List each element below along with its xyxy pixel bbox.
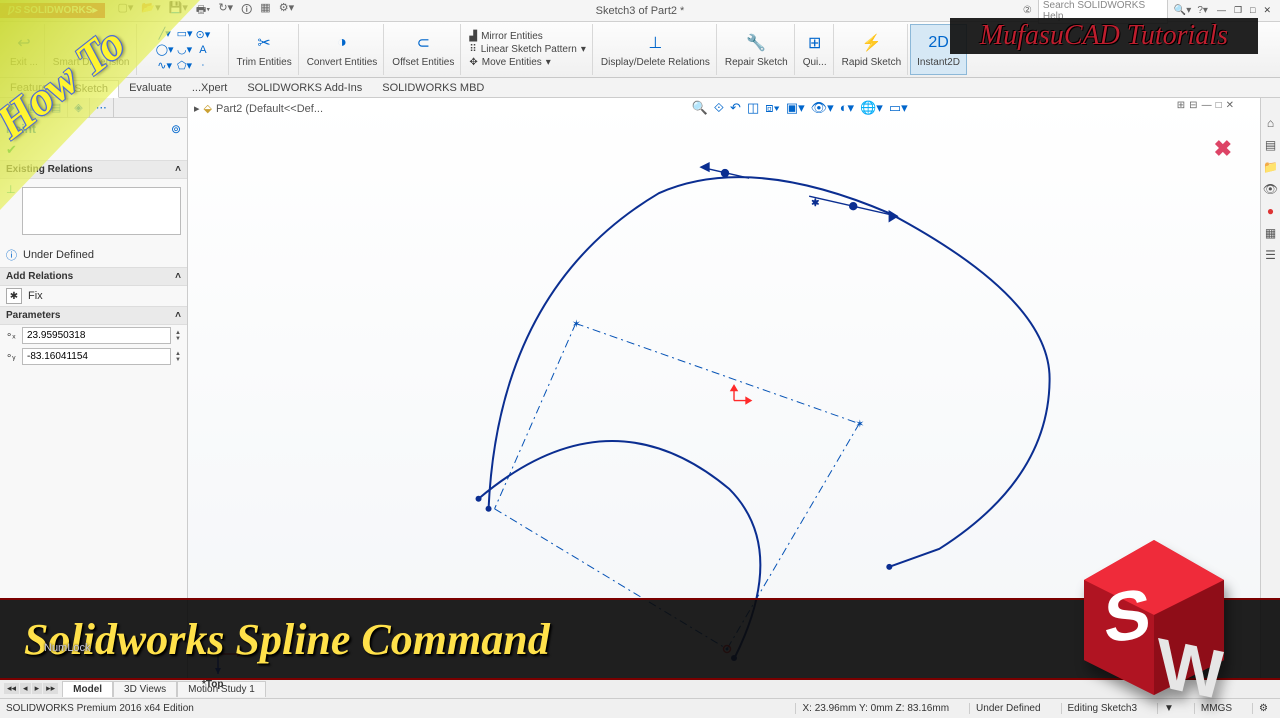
title-bar: ǷSSOLIDWORKS ▸ ▢▾ 📂▾ 💾▾ 🖶▾ ↻▾ 🛈 ▦ ⚙▾ Ske… xyxy=(0,0,1280,22)
section-add-relations[interactable]: Add Relations˄ xyxy=(0,267,187,286)
fix-icon: ✱ xyxy=(6,288,22,304)
pm-pin-icon[interactable]: ⊚ xyxy=(171,122,181,136)
pm-tab-appear-icon[interactable]: ◈ xyxy=(68,98,89,117)
taskpane-library-icon[interactable]: 📁 xyxy=(1263,160,1278,174)
triad-icon xyxy=(210,636,250,676)
status-gear-icon[interactable]: ⚙ xyxy=(1252,703,1274,714)
tab-evaluate[interactable]: Evaluate xyxy=(119,80,182,96)
taskpane-home-icon[interactable]: ⌂ xyxy=(1267,116,1274,130)
close-button[interactable]: ✕ xyxy=(1260,5,1274,16)
taskpane-appearances-icon[interactable]: ● xyxy=(1267,204,1274,218)
taskpane-forum-icon[interactable]: ☰ xyxy=(1265,248,1276,262)
section-parameters[interactable]: Parameters˄ xyxy=(0,306,187,325)
tab-features[interactable]: Features xyxy=(0,80,63,96)
sketch-canvas: ✶ ✶ ✶ xyxy=(188,98,1260,678)
task-pane: ⌂ ▤ 📁 👁 ● ▦ ☰ xyxy=(1260,98,1280,678)
instant2d-button[interactable]: 2DInstant2D xyxy=(910,24,967,75)
ribbon-tabs: Features Sketch Evaluate ...Xpert SOLIDW… xyxy=(0,78,1280,98)
pm-tab-display-icon[interactable]: ▤ xyxy=(45,98,68,117)
pm-tab-more-icon[interactable]: ⋯ xyxy=(90,98,114,117)
svg-text:✶: ✶ xyxy=(572,318,581,330)
document-title: Sketch3 of Part2 * xyxy=(596,5,685,17)
svg-text:✶: ✶ xyxy=(855,419,864,431)
status-edition: SOLIDWORKS Premium 2016 x64 Edition xyxy=(6,703,194,714)
taskpane-view-icon[interactable]: 👁 xyxy=(1263,182,1278,196)
overlay-numlock: NumLock xyxy=(44,642,90,654)
pattern-tools[interactable]: ▟Mirror Entities ⠿Linear Sketch Pattern … xyxy=(463,24,593,75)
trim-entities-button[interactable]: ✂Trim Entities xyxy=(231,24,299,75)
quick-access-toolbar: ▢▾ 📂▾ 💾▾ 🖶▾ ↻▾ 🛈 ▦ ⚙▾ xyxy=(117,1,294,20)
convert-entities-button[interactable]: ◑Convert Entities xyxy=(301,24,385,75)
pm-tab-strip: ⬗ ▣ ▤ ◈ ⋯ xyxy=(0,98,187,118)
help-icon[interactable]: ② xyxy=(1023,5,1032,16)
rapid-sketch-button[interactable]: ⚡Rapid Sketch xyxy=(836,24,908,75)
pm-tab-feature-icon[interactable]: ⬗ xyxy=(0,98,21,117)
options-icon[interactable]: 🛈 xyxy=(241,1,252,20)
status-coords: X: 23.96mm Y: 0mm Z: 83.16mm xyxy=(795,703,955,714)
pm-ok-icon[interactable]: ✔ xyxy=(6,142,17,157)
smart-dimension-button[interactable]: ⤢Smart Dimension xyxy=(47,24,137,75)
tab-addins[interactable]: SOLIDWORKS Add-Ins xyxy=(237,80,372,96)
rebuild-icon[interactable]: ↻▾ xyxy=(218,1,233,20)
param-y-spinner[interactable]: ▲▼ xyxy=(175,351,181,363)
repair-sketch-button[interactable]: 🔧Repair Sketch xyxy=(719,24,795,75)
sketch-entity-tools[interactable]: ╱▾◯▾∿▾ ▭▾◡▾⬠▾ ⊙▾A∙ xyxy=(139,24,229,75)
info-icon: ⓘ xyxy=(6,247,17,263)
status-flag-icon[interactable]: ▼ xyxy=(1157,703,1180,714)
existing-relations-list[interactable] xyxy=(22,187,181,235)
section-existing-relations[interactable]: Existing Relations˄ xyxy=(0,160,187,179)
tab-xpert[interactable]: ...Xpert xyxy=(182,80,237,96)
tab-nav-first[interactable]: ◂◂ xyxy=(4,683,19,694)
param-y-input[interactable] xyxy=(22,348,171,365)
svg-text:✶: ✶ xyxy=(811,198,819,209)
relation-fix[interactable]: ✱Fix xyxy=(0,286,187,306)
restore-button[interactable]: ❐ xyxy=(1231,5,1245,16)
pm-tab-config-icon[interactable]: ▣ xyxy=(21,98,44,117)
param-x-input[interactable] xyxy=(22,327,171,344)
minimize-button[interactable]: — xyxy=(1214,5,1229,16)
display-relations-button[interactable]: ⊥Display/Delete Relations xyxy=(595,24,717,75)
view-tabs: ◂◂ ◂ ▸ ▸▸ Model 3D Views Motion Study 1 xyxy=(0,678,1280,698)
param-x-spinner[interactable]: ▲▼ xyxy=(175,330,181,342)
view-plane-label: *Top xyxy=(202,679,223,690)
tab-sketch[interactable]: Sketch xyxy=(63,80,119,98)
print-icon[interactable]: 🖶▾ xyxy=(196,1,210,20)
taskpane-custom-icon[interactable]: ▦ xyxy=(1265,226,1276,240)
help-dropdown-icon[interactable]: ?▾ xyxy=(1197,5,1208,16)
app-logo: ǷSSOLIDWORKS ▸ xyxy=(0,3,105,18)
maximize-button[interactable]: □ xyxy=(1247,5,1258,16)
open-icon[interactable]: 📂▾ xyxy=(141,1,160,20)
relation-type-icon: ⊥ xyxy=(6,183,16,196)
search-icon[interactable]: 🔍▾ xyxy=(1174,5,1191,16)
taskpane-resources-icon[interactable]: ▤ xyxy=(1265,138,1276,152)
definition-status: ⓘ Under Defined xyxy=(0,243,187,267)
status-units[interactable]: MMGS xyxy=(1194,703,1238,714)
tab-model[interactable]: Model xyxy=(62,681,113,697)
status-mode: Editing Sketch3 xyxy=(1061,703,1144,714)
status-bar: SOLIDWORKS Premium 2016 x64 Edition X: 2… xyxy=(0,698,1280,718)
save-icon[interactable]: 💾▾ xyxy=(169,1,188,20)
offset-entities-button[interactable]: ⊂Offset Entities xyxy=(386,24,461,75)
tab-3dviews[interactable]: 3D Views xyxy=(113,681,177,697)
ribbon: ↩Exit ... ⤢Smart Dimension ╱▾◯▾∿▾ ▭▾◡▾⬠▾… xyxy=(0,22,1280,78)
help-search[interactable]: Search SOLIDWORKS Help xyxy=(1038,0,1168,24)
tab-nav-prev[interactable]: ◂ xyxy=(20,683,31,694)
tab-nav-last[interactable]: ▸▸ xyxy=(43,683,58,694)
gear-icon[interactable]: ⚙▾ xyxy=(279,1,294,20)
new-icon[interactable]: ▢▾ xyxy=(117,1,133,20)
settings-icon[interactable]: ▦ xyxy=(260,1,270,20)
quick-snaps-button[interactable]: ⊞Qui... xyxy=(797,24,834,75)
tab-nav-next[interactable]: ▸ xyxy=(32,683,43,694)
graphics-viewport[interactable]: ▸ ⬙ Part2 (Default<<Def... 🔍⟐ ↶◫ ⧈▾▣▾ 👁▾… xyxy=(188,98,1260,678)
exit-sketch-button[interactable]: ↩Exit ... xyxy=(4,24,45,75)
status-define: Under Defined xyxy=(969,703,1046,714)
property-manager: ⬗ ▣ ▤ ◈ ⋯ Point ⊚ ✔ Existing Relations˄ … xyxy=(0,98,188,678)
pm-title: Point xyxy=(6,122,36,136)
tab-mbd[interactable]: SOLIDWORKS MBD xyxy=(372,80,494,96)
